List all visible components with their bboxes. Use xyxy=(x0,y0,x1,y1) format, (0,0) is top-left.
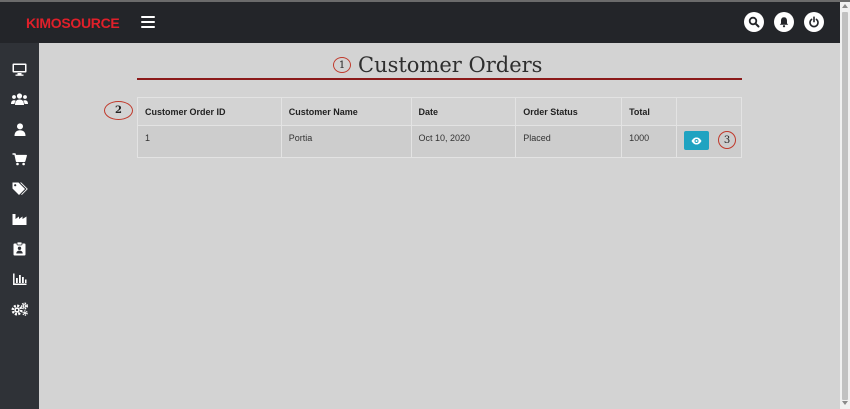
date-cell: Oct 10, 2020 xyxy=(410,125,517,158)
column-header[interactable]: Customer Order ID xyxy=(137,97,282,126)
view-order-button[interactable] xyxy=(684,131,710,150)
column-header[interactable]: Total xyxy=(621,97,678,126)
order-status-cell: Placed xyxy=(515,125,623,158)
annotation-marker-3: 3 xyxy=(718,131,736,149)
page-title: Customer Orders xyxy=(358,53,543,77)
annotation-marker-2: 2 xyxy=(104,101,133,120)
search-icon[interactable] xyxy=(744,12,764,32)
scroll-up-arrow-icon[interactable] xyxy=(842,4,848,8)
id-badge-icon[interactable] xyxy=(0,237,39,261)
bar-chart-icon[interactable] xyxy=(0,267,39,291)
column-header[interactable]: Order Status xyxy=(515,97,623,126)
hamburger-menu-icon[interactable] xyxy=(141,16,155,28)
total-cell: 1000 xyxy=(621,125,678,158)
column-header-actions xyxy=(676,97,742,126)
tags-icon[interactable] xyxy=(0,177,39,201)
bell-icon[interactable] xyxy=(774,12,794,32)
annotation-marker-1: 1 xyxy=(333,57,351,73)
eye-icon xyxy=(691,137,702,144)
industry-icon[interactable] xyxy=(0,207,39,231)
column-header[interactable]: Date xyxy=(410,97,517,126)
sidebar xyxy=(0,43,39,409)
table-row: 1 Portia Oct 10, 2020 Placed 1000 xyxy=(137,125,742,158)
title-divider xyxy=(137,78,742,80)
users-icon[interactable] xyxy=(0,87,39,111)
desktop-icon[interactable] xyxy=(0,57,39,81)
order-id-cell: 1 xyxy=(137,125,282,158)
gears-icon[interactable] xyxy=(0,297,39,321)
cart-icon[interactable] xyxy=(0,147,39,171)
customer-orders-table: Customer Order ID Customer Name Date Ord… xyxy=(137,97,742,158)
top-navbar: KIMOSOURCE xyxy=(0,2,840,43)
customer-name-cell: Portia xyxy=(280,125,412,158)
app-logo[interactable]: KIMOSOURCE xyxy=(26,15,120,31)
scrollbar-thumb[interactable] xyxy=(842,12,848,400)
column-header[interactable]: Customer Name xyxy=(280,97,412,126)
user-icon[interactable] xyxy=(0,117,39,141)
scroll-down-arrow-icon[interactable] xyxy=(842,401,848,405)
table-header-row: Customer Order ID Customer Name Date Ord… xyxy=(137,97,742,126)
power-icon[interactable] xyxy=(804,12,824,32)
